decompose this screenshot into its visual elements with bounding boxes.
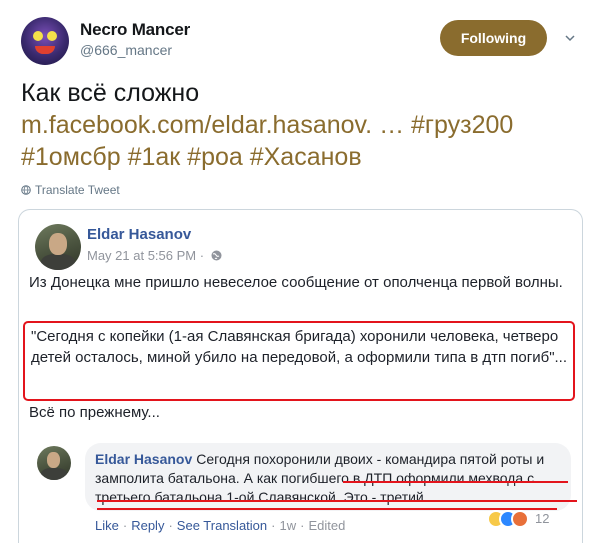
translate-tweet-link[interactable]: Translate Tweet — [21, 183, 120, 197]
avatar-face — [47, 452, 60, 468]
edited-label[interactable]: Edited — [308, 518, 345, 533]
public-globe-icon — [211, 250, 222, 261]
tweet-link-hashtags[interactable]: m.facebook.com/eldar.hasanov. … #груз200… — [21, 111, 513, 171]
separator-dot: · — [168, 518, 173, 533]
separator-dot: · — [122, 518, 128, 533]
see-translation-link[interactable]: See Translation — [177, 518, 267, 533]
comment-author-name[interactable]: Eldar Hasanov — [95, 451, 192, 467]
chevron-down-icon[interactable] — [565, 33, 575, 43]
tweet-author-avatar[interactable] — [21, 17, 69, 65]
globe-icon — [21, 185, 31, 195]
tweet-display-name[interactable]: Necro Mancer — [80, 20, 190, 40]
fb-post-intro: Из Донецка мне пришло невеселое сообщени… — [29, 274, 563, 291]
avatar-body — [41, 254, 75, 270]
avatar-mouth — [35, 46, 55, 54]
fb-author-avatar[interactable] — [35, 224, 81, 270]
tweet-text: Как всё сложно m.facebook.com/eldar.hasa… — [21, 77, 591, 173]
avatar-face — [49, 233, 67, 255]
highlight-underline — [343, 481, 568, 483]
like-link[interactable]: Like — [95, 518, 119, 533]
following-button[interactable]: Following — [440, 20, 547, 56]
fb-post-meta: May 21 at 5:56 PM · — [87, 248, 222, 263]
avatar-eye — [47, 31, 57, 41]
highlight-underline — [97, 508, 557, 510]
highlighted-quote: "Сегодня с копейки (1-ая Славянская бриг… — [23, 321, 575, 401]
fb-post-closing: Всё по прежнему... — [29, 404, 160, 421]
translate-tweet-label: Translate Tweet — [35, 183, 120, 197]
highlight-underline — [97, 500, 577, 502]
embedded-facebook-post[interactable]: Eldar Hasanov May 21 at 5:56 PM · Из Дон… — [18, 209, 583, 543]
tweet-handle[interactable]: @666_mancer — [80, 42, 172, 58]
avatar-eye — [33, 31, 43, 41]
separator-dot: · — [271, 518, 276, 533]
avatar-body — [41, 468, 67, 480]
comment-time[interactable]: 1w — [279, 518, 296, 533]
comment-actions: Like · Reply · See Translation · 1w · Edited — [95, 518, 345, 533]
comment-author-avatar[interactable] — [37, 446, 71, 480]
tweet-text-plain: Как всё сложно — [21, 79, 200, 107]
meta-separator: · — [199, 248, 205, 263]
fb-author-name[interactable]: Eldar Hasanov — [87, 226, 191, 243]
angry-icon — [511, 510, 529, 528]
reply-link[interactable]: Reply — [131, 518, 164, 533]
fb-timestamp[interactable]: May 21 at 5:56 PM — [87, 248, 196, 263]
separator-dot: · — [300, 518, 305, 533]
reaction-count: 12 — [535, 511, 550, 526]
